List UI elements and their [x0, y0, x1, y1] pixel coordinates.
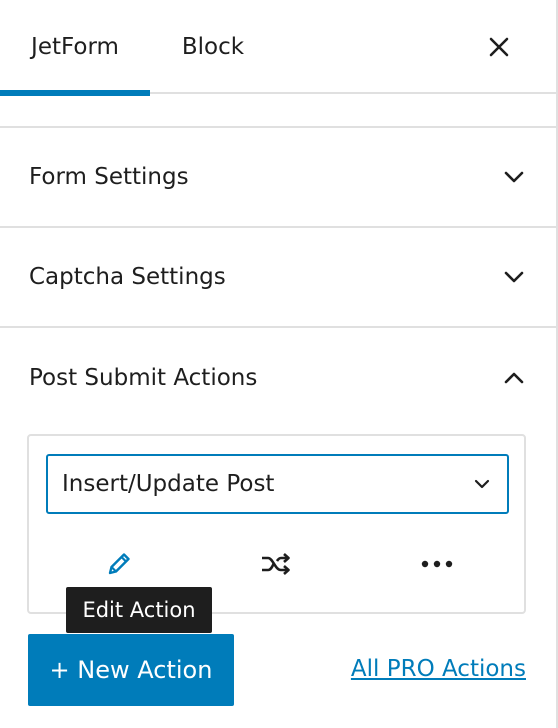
chevron-down-icon: [502, 265, 526, 289]
more-icon: [421, 560, 453, 568]
action-type-value: Insert/Update Post: [62, 471, 275, 497]
close-button[interactable]: [472, 22, 526, 72]
new-action-button[interactable]: + New Action: [28, 634, 234, 706]
form-settings-panel-toggle[interactable]: Form Settings: [0, 128, 556, 228]
edit-action-button[interactable]: [99, 544, 139, 584]
conditions-button[interactable]: [256, 544, 296, 584]
post-submit-actions-title: Post Submit Actions: [29, 365, 258, 391]
sidebar-panel: JetForm Block Form Settings Captcha Sett…: [0, 0, 558, 728]
tooltip-text: Edit Action: [82, 598, 196, 622]
chevron-down-icon: [473, 475, 491, 494]
tab-block-label: Block: [181, 34, 245, 60]
action-toolbar: [29, 544, 528, 584]
captcha-settings-panel-toggle[interactable]: Captcha Settings: [0, 228, 556, 328]
chevron-up-icon: [502, 366, 526, 390]
pro-link-label: All PRO Actions: [350, 656, 526, 682]
edit-action-tooltip: Edit Action: [66, 587, 212, 633]
pencil-icon: [108, 553, 130, 575]
tab-block[interactable]: Block: [150, 0, 276, 94]
tab-bar: JetForm Block: [0, 0, 556, 96]
captcha-settings-title: Captcha Settings: [29, 264, 226, 290]
all-pro-actions-link[interactable]: All PRO Actions: [346, 652, 526, 686]
tab-jetform[interactable]: JetForm: [0, 0, 150, 96]
post-submit-actions-panel-toggle[interactable]: Post Submit Actions: [0, 328, 556, 428]
more-options-button[interactable]: [417, 544, 457, 584]
shuffle-icon: [262, 553, 290, 575]
action-type-select[interactable]: Insert/Update Post: [46, 454, 509, 514]
close-icon: [489, 37, 509, 57]
tab-jetform-label: JetForm: [31, 34, 119, 60]
new-action-label: + New Action: [49, 656, 213, 684]
form-settings-title: Form Settings: [29, 164, 189, 190]
chevron-down-icon: [502, 165, 526, 189]
